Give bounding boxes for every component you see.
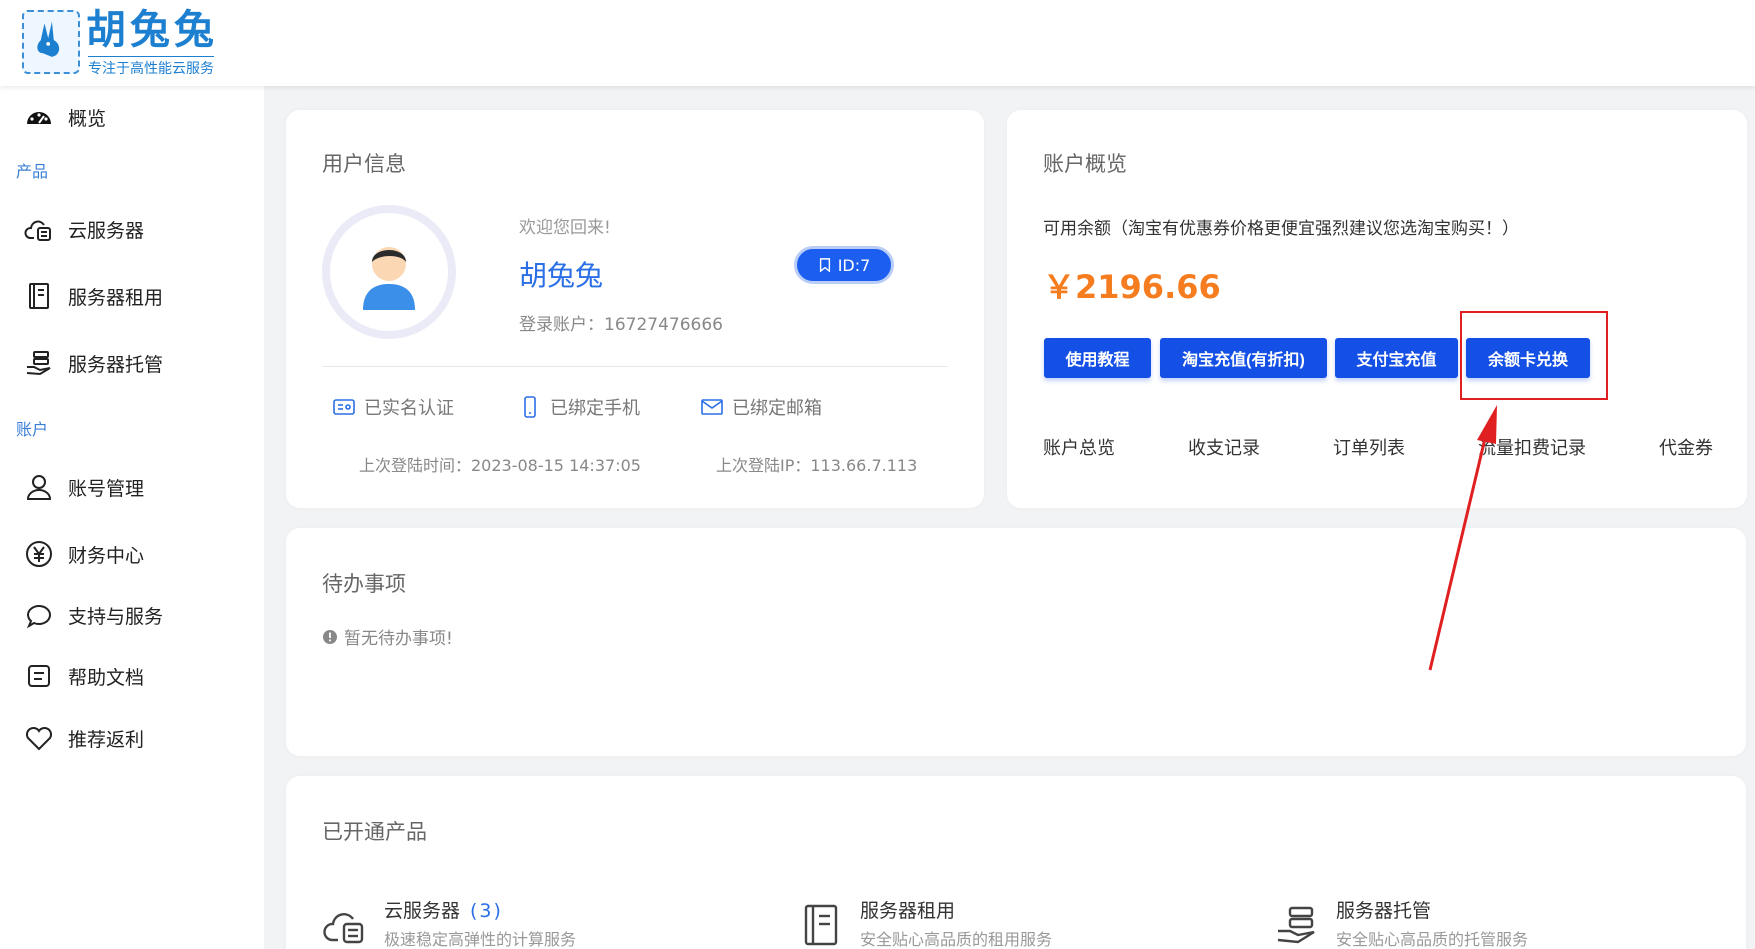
document-icon xyxy=(28,665,50,687)
product-cloud-server-count: (3) xyxy=(470,900,503,922)
real-name-text: 已实名认证 xyxy=(364,398,454,419)
sidebar-item-overview[interactable]: 概览 xyxy=(24,100,106,134)
hand-server-icon xyxy=(1277,906,1315,944)
real-name-status: 已实名认证 xyxy=(332,394,454,420)
product-cloud-server[interactable]: 云服务器 (3) 极速稳定高弹性的计算服务 xyxy=(322,896,722,949)
brand-subtitle: 专注于高性能云服务 xyxy=(88,56,214,78)
welcome-text: 欢迎您回来! xyxy=(519,218,611,238)
product-server-rental[interactable]: 服务器租用 安全贴心高品质的租用服务 xyxy=(798,896,1198,949)
sidebar-label-support: 支持与服务 xyxy=(68,605,164,628)
sidebar-label-help-docs: 帮助文档 xyxy=(68,666,145,689)
sidebar-item-server-hosting[interactable]: 服务器托管 xyxy=(24,346,163,380)
heart-icon xyxy=(25,726,53,751)
info-icon xyxy=(323,629,337,644)
todo-card: 待办事项 暂无待办事项! xyxy=(286,528,1746,756)
tab-vouchers[interactable]: 代金券 xyxy=(1659,434,1713,460)
avatar[interactable] xyxy=(322,205,456,339)
mail-icon xyxy=(701,399,723,415)
tutorial-button[interactable]: 使用教程 xyxy=(1044,338,1151,378)
user-info-title: 用户信息 xyxy=(322,152,406,176)
yen-icon xyxy=(26,541,52,567)
todo-title: 待办事项 xyxy=(322,572,406,596)
sidebar-item-server-rental[interactable]: 服务器租用 xyxy=(24,279,163,313)
product-cloud-server-label: 云服务器 xyxy=(384,900,461,922)
sidebar-item-help-docs[interactable]: 帮助文档 xyxy=(24,659,144,693)
sidebar-item-account-management[interactable]: 账号管理 xyxy=(24,470,144,504)
server-rack-icon xyxy=(804,904,838,946)
todo-empty-text: 暂无待办事项! xyxy=(344,629,453,649)
product-server-rental-desc: 安全贴心高品质的租用服务 xyxy=(860,930,1053,949)
id-card-icon xyxy=(333,399,355,415)
account-overview-title: 账户概览 xyxy=(1043,152,1127,176)
product-server-hosting-name: 服务器托管 xyxy=(1336,896,1431,923)
product-server-hosting-label: 服务器托管 xyxy=(1336,900,1432,922)
top-bar: 胡兔兔 专注于高性能云服务 xyxy=(0,0,1755,86)
avatar-person-icon xyxy=(363,247,415,310)
sidebar-item-cloud-server[interactable]: 云服务器 xyxy=(24,212,144,246)
chat-bubble-icon xyxy=(26,605,51,629)
sidebar-label-cloud-server: 云服务器 xyxy=(68,219,145,242)
user-id-badge[interactable]: ID:7 xyxy=(794,246,894,284)
phone-icon xyxy=(524,396,536,418)
cloud-server-icon xyxy=(323,913,364,944)
sidebar-label-finance-center: 财务中心 xyxy=(68,544,145,567)
bookmark-icon xyxy=(819,258,830,272)
sidebar-label-account-management: 账号管理 xyxy=(68,477,145,500)
brand-title: 胡兔兔 xyxy=(86,7,218,53)
tab-traffic-billing[interactable]: 流量扣费记录 xyxy=(1478,434,1586,460)
active-products-card: 已开通产品 云服务器 (3) 极速稳定高弹性的计算服务 服务器租用 安全贴心高品质… xyxy=(286,776,1746,949)
account-overview-card: 账户概览 可用余额（淘宝有优惠券价格更便宜强烈建议您选淘宝购买！） ￥2196.… xyxy=(1007,110,1747,508)
login-account: 登录账户：16727476666 xyxy=(519,315,723,335)
taobao-recharge-button[interactable]: 淘宝充值(有折扣) xyxy=(1160,338,1327,378)
phone-status: 已绑定手机 xyxy=(518,394,640,420)
last-login-time: 上次登陆时间：2023-08-15 14:37:05 xyxy=(359,456,641,475)
product-server-hosting[interactable]: 服务器托管 安全贴心高品质的托管服务 xyxy=(1274,896,1674,949)
todo-empty-message: 暂无待办事项! xyxy=(322,624,453,649)
server-rack-icon xyxy=(29,283,49,309)
sidebar-section-products: 产品 xyxy=(16,162,49,181)
sidebar-section-account: 账户 xyxy=(16,420,49,439)
sidebar-item-support[interactable]: 支持与服务 xyxy=(24,598,163,632)
tab-account-overview[interactable]: 账户总览 xyxy=(1043,434,1115,460)
email-status: 已绑定邮箱 xyxy=(700,394,822,420)
sidebar-label-overview: 概览 xyxy=(68,107,107,130)
user-info-card: 用户信息 欢迎您回来! 胡兔兔 ID:7 登录账户：16727476666 已实… xyxy=(286,110,984,508)
sidebar-item-referral[interactable]: 推荐返利 xyxy=(24,721,144,755)
cloud-server-icon xyxy=(24,220,51,241)
username: 胡兔兔 xyxy=(519,259,604,292)
tab-transactions[interactable]: 收支记录 xyxy=(1188,434,1260,460)
sidebar-item-finance-center[interactable]: 财务中心 xyxy=(24,537,144,571)
alipay-recharge-button[interactable]: 支付宝充值 xyxy=(1335,338,1458,378)
balance-amount: ￥2196.66 xyxy=(1043,268,1221,306)
annotation-highlight-box xyxy=(1460,311,1608,400)
sidebar-label-referral: 推荐返利 xyxy=(68,728,145,751)
active-products-title: 已开通产品 xyxy=(322,820,427,844)
phone-text: 已绑定手机 xyxy=(550,398,640,419)
divider xyxy=(322,366,948,367)
sidebar-label-server-hosting: 服务器托管 xyxy=(68,353,164,376)
tab-orders[interactable]: 订单列表 xyxy=(1333,434,1405,460)
brand-logo[interactable]: 胡兔兔 专注于高性能云服务 xyxy=(22,8,232,78)
last-login-ip: 上次登陆IP：113.66.7.113 xyxy=(716,456,918,475)
hand-server-icon xyxy=(26,351,51,376)
product-cloud-server-desc: 极速稳定高弹性的计算服务 xyxy=(384,930,577,949)
sidebar: 概览 产品 云服务器 服务器租用 服务器托管 账户 账号管理 财务中心 支持与服… xyxy=(0,86,264,949)
rabbit-logo-icon xyxy=(22,10,80,74)
product-server-rental-label: 服务器租用 xyxy=(860,900,956,922)
product-server-rental-name: 服务器租用 xyxy=(860,896,955,923)
balance-label: 可用余额（淘宝有优惠券价格更便宜强烈建议您选淘宝购买！） xyxy=(1043,219,1519,239)
product-server-hosting-desc: 安全贴心高品质的托管服务 xyxy=(1336,930,1529,949)
dashboard-icon xyxy=(27,112,51,124)
email-text: 已绑定邮箱 xyxy=(732,398,822,419)
user-icon xyxy=(26,475,52,500)
product-cloud-server-name: 云服务器 (3) xyxy=(384,896,503,923)
sidebar-label-server-rental: 服务器租用 xyxy=(68,286,164,309)
user-id-text: ID:7 xyxy=(837,255,871,275)
